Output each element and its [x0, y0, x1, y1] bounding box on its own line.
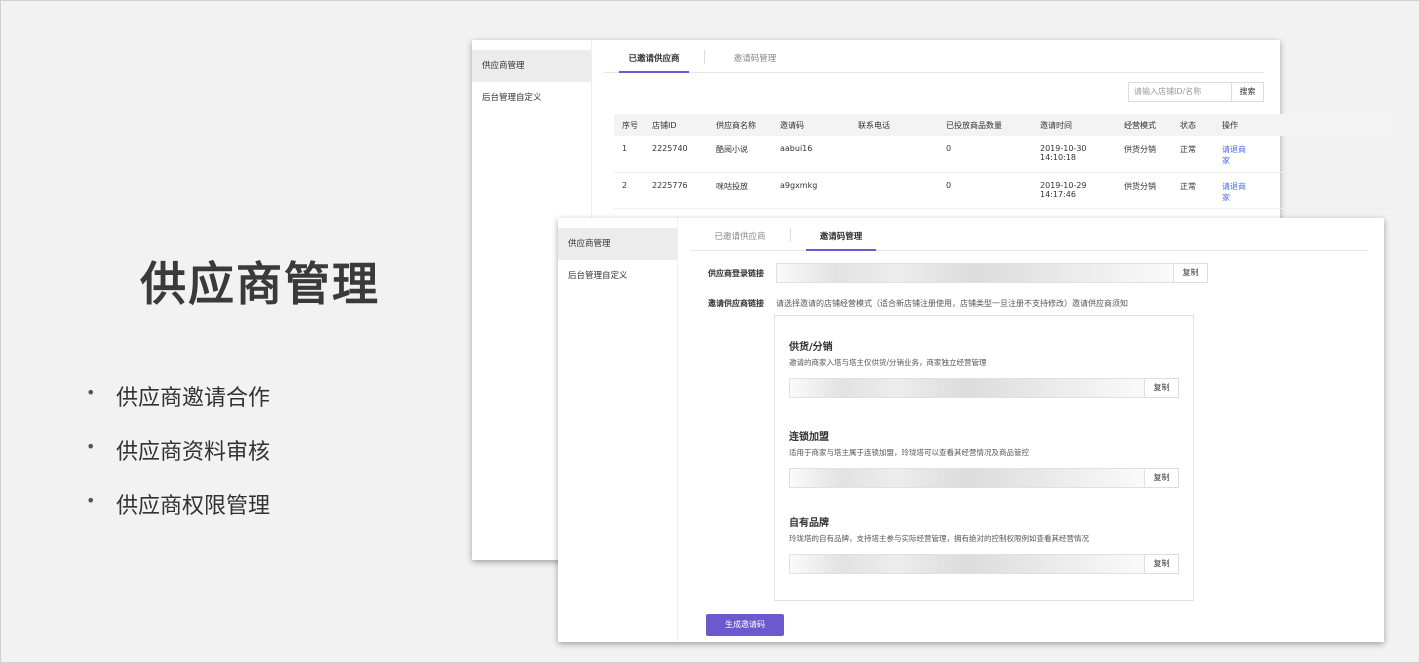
col-action: 操作: [1214, 114, 1392, 136]
supplier-table: 序号 店铺ID 供应商名称 邀请码 联系电话 已投放商品数量 邀请时间 经营模式…: [614, 114, 1392, 209]
tab-bar: 已邀请供应商 邀请码管理: [604, 40, 1264, 73]
invite-clock: 14:10:18: [1040, 153, 1076, 162]
cell-action: 请退商家: [1214, 172, 1392, 209]
copy-mode-link-button[interactable]: 复制: [1145, 554, 1179, 574]
cell-phone: [850, 136, 938, 173]
col-business-mode: 经营模式: [1116, 114, 1172, 136]
search-button[interactable]: 搜索: [1232, 82, 1264, 102]
mode-own-brand: 自有品牌 玲珑塔的自有品牌，支持塔主参与实际经营管理，拥有绝对的控制权限例如查看…: [789, 514, 1179, 574]
cell-business-mode: 供货分销: [1116, 172, 1172, 209]
login-link-field[interactable]: [776, 263, 1174, 283]
cell-business-mode: 供货分销: [1116, 136, 1172, 173]
mode-chain-franchise: 连锁加盟 适用于商家与塔主属于连锁加盟，玲珑塔可以查看其经营情况及商品管控 复制: [789, 428, 1179, 488]
table-row: 2 2225776 咪咕投放 a9gxmkg 0 2019-10-29 14:17…: [614, 172, 1392, 209]
remove-merchant-link[interactable]: 请退商家: [1222, 144, 1250, 166]
cell-status: 正常: [1172, 172, 1214, 209]
cell-invite-time: 2019-10-29 14:17:46: [1032, 172, 1116, 209]
invite-clock: 14:17:46: [1040, 189, 1076, 199]
sidebar-item-supplier-management[interactable]: 供应商管理: [472, 50, 591, 82]
cell-supplier-name: 酷阅小说: [708, 136, 772, 173]
feature-list: • 供应商邀请合作 • 供应商资料审核 • 供应商权限管理: [86, 380, 270, 542]
col-supplier-name: 供应商名称: [708, 114, 772, 136]
cell-shop-id: 2225740: [644, 136, 708, 173]
bullet-item: • 供应商资料审核: [86, 434, 270, 488]
mode-link-field-row: 复制: [789, 554, 1179, 574]
invite-rules-link[interactable]: 邀请供应商须知: [1072, 298, 1128, 309]
sidebar-item-supplier-management[interactable]: 供应商管理: [558, 228, 677, 260]
mode-link-field-row: 复制: [789, 378, 1179, 398]
table-header-row: 序号 店铺ID 供应商名称 邀请码 联系电话 已投放商品数量 邀请时间 经营模式…: [614, 114, 1392, 136]
col-status: 状态: [1172, 114, 1214, 136]
col-index: 序号: [614, 114, 644, 136]
cell-invite-code: a9gxmkg: [772, 172, 850, 209]
search-input[interactable]: 请输入店铺ID/名称: [1128, 82, 1232, 102]
slide-title: 供应商管理: [140, 257, 380, 311]
bullet-item: • 供应商权限管理: [86, 488, 270, 542]
bullet-dot-icon: •: [86, 491, 96, 510]
invite-date: 2019-10-30: [1040, 144, 1087, 153]
col-phone: 联系电话: [850, 114, 938, 136]
mode-link-field[interactable]: [789, 554, 1145, 574]
invite-link-row: 邀请供应商链接 请选择邀请的店铺经营模式（适合新店铺注册使用，店铺类型一旦注册不…: [708, 298, 1128, 309]
cell-product-count: 0: [938, 172, 1032, 209]
mode-link-field-row: 复制: [789, 468, 1179, 488]
cell-action: 请退商家: [1214, 136, 1392, 173]
mode-description: 邀请的商家入塔与塔主仅供货/分销业务，商家独立经营管理: [789, 358, 987, 367]
mode-title: 供货/分销: [789, 342, 833, 353]
table-row: 1 2225740 酷阅小说 aabui16 0 2019-10-30 14:10…: [614, 136, 1392, 173]
mode-link-field[interactable]: [789, 468, 1145, 488]
mode-description: 玲珑塔的自有品牌，支持塔主参与实际经营管理，拥有绝对的控制权限例如查看其经营情况: [789, 534, 1089, 543]
tab-invite-code-management[interactable]: 邀请码管理: [791, 230, 891, 251]
col-shop-id: 店铺ID: [644, 114, 708, 136]
sidebar-item-admin-customize[interactable]: 后台管理自定义: [558, 260, 677, 292]
business-mode-box: 供货/分销 邀请的商家入塔与塔主仅供货/分销业务，商家独立经营管理 复制 连锁加…: [774, 315, 1194, 601]
main-content: 已邀请供应商 邀请码管理 供应商登录链接 复制 邀请供应商链接 请选择邀请的店铺…: [690, 218, 1384, 642]
cell-index: 2: [614, 172, 644, 209]
cell-phone: [850, 172, 938, 209]
generate-invite-code-button[interactable]: 生成邀请码: [706, 614, 784, 636]
copy-login-link-button[interactable]: 复制: [1174, 263, 1208, 283]
copy-mode-link-button[interactable]: 复制: [1145, 378, 1179, 398]
mode-title: 自有品牌: [789, 518, 829, 529]
col-product-count: 已投放商品数量: [938, 114, 1032, 136]
sidebar-item-admin-customize[interactable]: 后台管理自定义: [472, 82, 591, 114]
tab-invited-suppliers[interactable]: 已邀请供应商: [690, 230, 790, 250]
sidebar: 供应商管理 后台管理自定义: [558, 218, 678, 642]
cell-shop-id: 2225776: [644, 172, 708, 209]
mode-link-field[interactable]: [789, 378, 1145, 398]
cell-invite-time: 2019-10-30 14:10:18: [1032, 136, 1116, 173]
invite-code-screenshot: 供应商管理 后台管理自定义 已邀请供应商 邀请码管理 供应商登录链接 复制 邀请…: [558, 218, 1384, 642]
tab-bar: 已邀请供应商 邀请码管理: [690, 218, 1368, 251]
login-link-row: 供应商登录链接 复制: [708, 263, 1208, 283]
tab-invite-code-management[interactable]: 邀请码管理: [705, 52, 805, 72]
login-link-label: 供应商登录链接: [708, 268, 764, 278]
cell-status: 正常: [1172, 136, 1214, 173]
invite-hint: 请选择邀请的店铺经营模式（适合新店铺注册使用，店铺类型一旦注册不支持修改）: [776, 299, 1072, 308]
bullet-text: 供应商资料审核: [116, 440, 271, 465]
cell-product-count: 0: [938, 136, 1032, 173]
bullet-text: 供应商邀请合作: [116, 386, 271, 411]
bullet-dot-icon: •: [86, 437, 96, 456]
copy-mode-link-button[interactable]: 复制: [1145, 468, 1179, 488]
cell-index: 1: [614, 136, 644, 173]
remove-merchant-link[interactable]: 请退商家: [1222, 181, 1250, 203]
mode-supply-distribution: 供货/分销 邀请的商家入塔与塔主仅供货/分销业务，商家独立经营管理 复制: [789, 338, 1179, 398]
search-bar: 请输入店铺ID/名称 搜索: [1128, 82, 1264, 102]
bullet-dot-icon: •: [86, 383, 96, 402]
cell-supplier-name: 咪咕投放: [708, 172, 772, 209]
col-invite-code: 邀请码: [772, 114, 850, 136]
bullet-text: 供应商权限管理: [116, 494, 271, 519]
col-invite-time: 邀请时间: [1032, 114, 1116, 136]
tab-invited-suppliers[interactable]: 已邀请供应商: [604, 52, 704, 73]
invite-link-label: 邀请供应商链接: [708, 299, 764, 308]
cell-invite-code: aabui16: [772, 136, 850, 173]
invite-date: 2019-10-29: [1040, 180, 1087, 190]
bullet-item: • 供应商邀请合作: [86, 380, 270, 434]
mode-title: 连锁加盟: [789, 432, 829, 443]
mode-description: 适用于商家与塔主属于连锁加盟，玲珑塔可以查看其经营情况及商品管控: [789, 448, 1029, 457]
